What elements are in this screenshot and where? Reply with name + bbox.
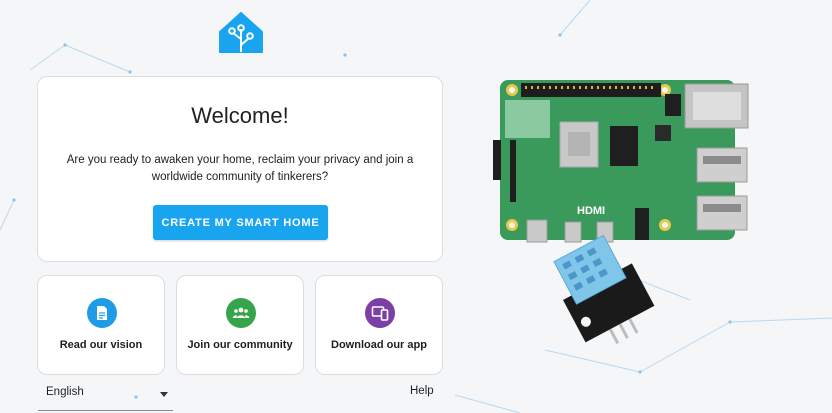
- group-icon: [226, 298, 256, 328]
- document-icon: [87, 298, 117, 328]
- download-app-label: Download our app: [331, 339, 427, 351]
- create-my-smart-home-button[interactable]: CREATE MY SMART HOME: [153, 205, 328, 240]
- home-assistant-logo: [219, 12, 263, 53]
- help-link[interactable]: Help: [410, 385, 434, 397]
- join-community-card[interactable]: Join our community: [176, 275, 304, 375]
- language-select[interactable]: English: [46, 386, 84, 398]
- join-community-label: Join our community: [187, 339, 293, 351]
- mobile-app-icon: [365, 298, 395, 328]
- welcome-title: Welcome!: [191, 103, 289, 128]
- read-vision-card[interactable]: Read our vision: [37, 275, 165, 375]
- chevron-down-icon[interactable]: [160, 392, 168, 397]
- download-app-card[interactable]: Download our app: [315, 275, 443, 375]
- welcome-card: Welcome! Are you ready to awaken your ho…: [37, 76, 443, 262]
- language-select-underline: [38, 410, 173, 411]
- read-vision-label: Read our vision: [59, 339, 143, 351]
- hdmi-label: HDMI: [577, 205, 605, 217]
- raspberry-pi-sensor-illustration: HDMI: [493, 80, 749, 345]
- welcome-description: Are you ready to awaken your home, recla…: [66, 154, 414, 183]
